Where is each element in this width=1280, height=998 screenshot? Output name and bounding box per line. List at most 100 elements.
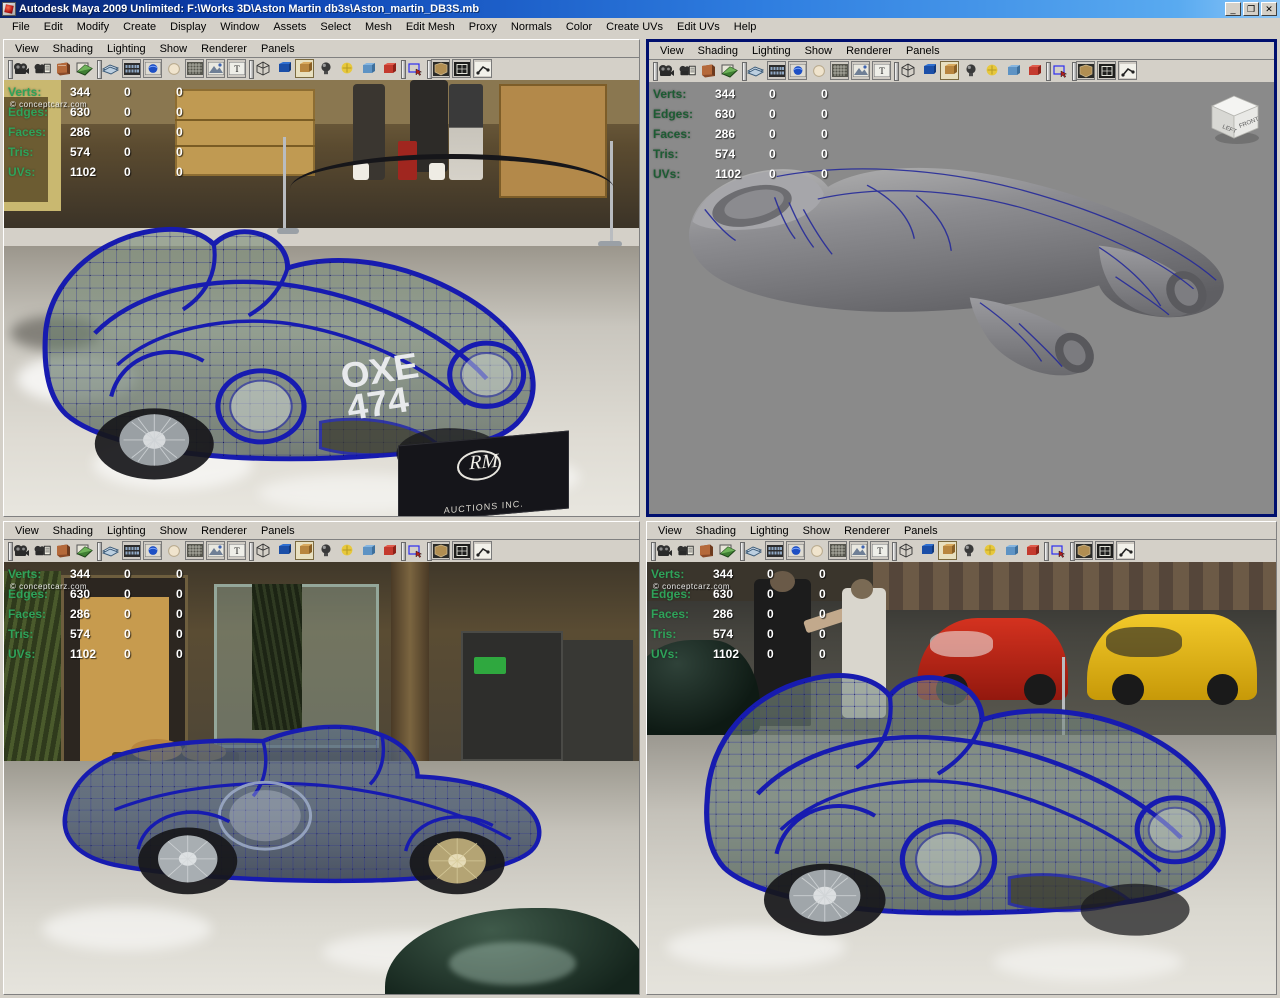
camera-attributes-icon[interactable] <box>676 541 695 560</box>
menu-edit-mesh[interactable]: Edit Mesh <box>399 20 462 34</box>
no-backface-culling-icon[interactable] <box>982 61 1001 80</box>
panel-menu-renderer[interactable]: Renderer <box>839 45 899 57</box>
menu-assets[interactable]: Assets <box>266 20 313 34</box>
smooth-shade-all-icon[interactable] <box>122 59 141 78</box>
all-lights-icon[interactable] <box>919 61 938 80</box>
menu-modify[interactable]: Modify <box>70 20 116 34</box>
wireframe-car-model[interactable]: OXE 474 <box>23 185 556 481</box>
shadows-icon[interactable] <box>940 61 959 80</box>
panel-menu-renderer[interactable]: Renderer <box>194 525 254 537</box>
isolate-select-icon[interactable] <box>379 541 398 560</box>
menu-edit-uvs[interactable]: Edit UVs <box>670 20 727 34</box>
wireframe-car-model[interactable] <box>678 622 1244 942</box>
wireframe-shading-icon[interactable] <box>744 541 763 560</box>
isolate-select-icon[interactable] <box>1024 61 1043 80</box>
menu-window[interactable]: Window <box>213 20 266 34</box>
view-cube[interactable]: LEFT FRONT <box>1204 88 1266 148</box>
image-plane-icon[interactable] <box>718 541 737 560</box>
shadows-icon[interactable] <box>938 541 957 560</box>
image-plane-icon[interactable] <box>75 59 94 78</box>
all-lights-icon[interactable] <box>917 541 936 560</box>
wireframe-shading-icon[interactable] <box>101 59 120 78</box>
default-lighting-icon[interactable] <box>253 541 272 560</box>
no-backface-culling-icon[interactable] <box>337 59 356 78</box>
smooth-shade-textured-icon[interactable] <box>788 61 807 80</box>
panel-menu-show[interactable]: Show <box>796 525 838 537</box>
image-plane-icon[interactable] <box>75 541 94 560</box>
grid-icon[interactable] <box>452 541 471 560</box>
two-sided-lighting-icon[interactable] <box>358 59 377 78</box>
panel-menu-lighting[interactable]: Lighting <box>743 525 796 537</box>
ik-handle-icon[interactable] <box>1118 61 1137 80</box>
panel-menu-panels[interactable]: Panels <box>254 525 302 537</box>
wireframe-on-shaded-icon[interactable] <box>185 59 204 78</box>
grid-icon[interactable] <box>452 59 471 78</box>
xray-joints-icon[interactable]: T <box>872 61 891 80</box>
camera-attributes-icon[interactable] <box>33 541 52 560</box>
select-marquee-icon[interactable] <box>405 59 424 78</box>
grid-icon[interactable] <box>1097 61 1116 80</box>
camera-icon[interactable] <box>12 59 31 78</box>
panel-menu-shading[interactable]: Shading <box>46 43 100 55</box>
xray-icon[interactable] <box>206 59 225 78</box>
light-bulb-icon[interactable] <box>316 541 335 560</box>
image-plane-icon[interactable] <box>720 61 739 80</box>
menu-create[interactable]: Create <box>116 20 163 34</box>
light-bulb-icon[interactable] <box>959 541 978 560</box>
xray-mesh-icon[interactable] <box>1074 541 1093 560</box>
xray-mesh-icon[interactable] <box>1076 61 1095 80</box>
panel-menu-show[interactable]: Show <box>798 45 840 57</box>
hardware-texturing-icon[interactable] <box>809 61 828 80</box>
isolate-select-icon[interactable] <box>379 59 398 78</box>
two-sided-lighting-icon[interactable] <box>358 541 377 560</box>
panel-menu-view[interactable]: View <box>8 43 46 55</box>
hardware-texturing-icon[interactable] <box>807 541 826 560</box>
panel-menu-show[interactable]: Show <box>153 43 195 55</box>
panel-menu-view[interactable]: View <box>651 525 689 537</box>
ik-handle-icon[interactable] <box>473 541 492 560</box>
menu-edit[interactable]: Edit <box>37 20 70 34</box>
viewport-canvas-top-left[interactable]: OXE 474 RM AUCTIONS INC. Verts: 344 0 0 <box>4 80 639 516</box>
shadows-icon[interactable] <box>295 59 314 78</box>
panel-menu-lighting[interactable]: Lighting <box>100 43 153 55</box>
camera-attributes-icon[interactable] <box>33 59 52 78</box>
ik-handle-icon[interactable] <box>473 59 492 78</box>
isolate-select-icon[interactable] <box>1022 541 1041 560</box>
camera-icon[interactable] <box>657 61 676 80</box>
default-lighting-icon[interactable] <box>896 541 915 560</box>
no-backface-culling-icon[interactable] <box>337 541 356 560</box>
panel-menu-renderer[interactable]: Renderer <box>194 43 254 55</box>
panel-menu-shading[interactable]: Shading <box>691 45 745 57</box>
menu-help[interactable]: Help <box>727 20 764 34</box>
viewport-canvas-bottom-right[interactable]: Verts: 344 0 0 Edges: 630 0 0 Faces: 286 <box>647 562 1276 994</box>
smooth-shade-all-icon[interactable] <box>765 541 784 560</box>
panel-menu-view[interactable]: View <box>653 45 691 57</box>
xray-mesh-icon[interactable] <box>431 59 450 78</box>
panel-menu-renderer[interactable]: Renderer <box>837 525 897 537</box>
wireframe-car-model[interactable] <box>55 692 550 908</box>
menu-file[interactable]: File <box>5 20 37 34</box>
xray-icon[interactable] <box>851 61 870 80</box>
menu-select[interactable]: Select <box>313 20 358 34</box>
two-sided-lighting-icon[interactable] <box>1001 541 1020 560</box>
no-backface-culling-icon[interactable] <box>980 541 999 560</box>
camera-attributes-icon[interactable] <box>678 61 697 80</box>
panel-menu-view[interactable]: View <box>8 525 46 537</box>
smooth-shade-textured-icon[interactable] <box>786 541 805 560</box>
light-bulb-icon[interactable] <box>961 61 980 80</box>
xray-icon[interactable] <box>206 541 225 560</box>
default-lighting-icon[interactable] <box>253 59 272 78</box>
minimize-button[interactable]: _ <box>1225 2 1241 16</box>
panel-menu-panels[interactable]: Panels <box>899 45 947 57</box>
smooth-shade-all-icon[interactable] <box>122 541 141 560</box>
smooth-shade-textured-icon[interactable] <box>143 59 162 78</box>
menu-mesh[interactable]: Mesh <box>358 20 399 34</box>
camera-icon[interactable] <box>12 541 31 560</box>
grid-icon[interactable] <box>1095 541 1114 560</box>
restore-button[interactable]: ❐ <box>1243 2 1259 16</box>
panel-menu-panels[interactable]: Panels <box>254 43 302 55</box>
wireframe-shading-icon[interactable] <box>746 61 765 80</box>
bookmark-icon[interactable] <box>54 541 73 560</box>
smooth-shade-all-icon[interactable] <box>767 61 786 80</box>
camera-icon[interactable] <box>655 541 674 560</box>
